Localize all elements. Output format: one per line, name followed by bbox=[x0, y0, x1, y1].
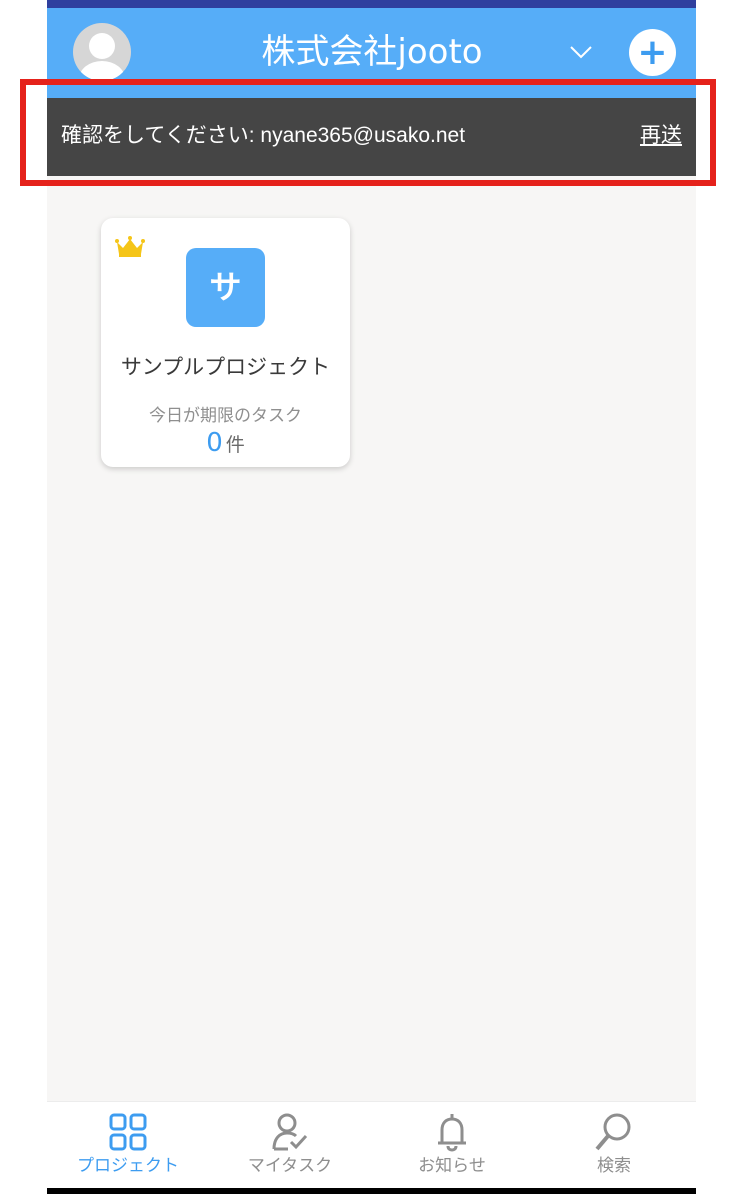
project-card[interactable]: サ サンプルプロジェクト 今日が期限のタスク 0件 bbox=[101, 218, 350, 467]
bottom-tab-bar: プロジェクト マイタスク お知らせ 検索 bbox=[47, 1101, 696, 1189]
tab-projects-label: プロジェクト bbox=[77, 1156, 179, 1176]
due-today-unit: 件 bbox=[225, 434, 245, 456]
due-today-count-line: 0件 bbox=[101, 428, 350, 460]
email-confirmation-banner: 確認をしてください: nyane365@usako.net 再送 bbox=[47, 98, 696, 176]
chevron-down-icon[interactable] bbox=[569, 44, 593, 60]
app-header: 株式会社jooto + bbox=[47, 8, 696, 98]
status-strip bbox=[47, 0, 696, 8]
add-button[interactable]: + bbox=[629, 29, 676, 76]
tab-notifications[interactable]: お知らせ bbox=[371, 1102, 533, 1189]
organization-name[interactable]: 株式会社jooto bbox=[167, 26, 577, 78]
plus-icon: + bbox=[637, 32, 668, 73]
crown-icon bbox=[115, 236, 145, 257]
tab-my-tasks[interactable]: マイタスク bbox=[209, 1102, 371, 1189]
bell-icon bbox=[438, 1114, 466, 1152]
resend-link[interactable]: 再送 bbox=[640, 121, 682, 151]
tab-projects[interactable]: プロジェクト bbox=[47, 1102, 209, 1189]
due-today-label: 今日が期限のタスク bbox=[149, 406, 302, 426]
project-icon: サ bbox=[186, 248, 265, 327]
tab-notifications-label: お知らせ bbox=[418, 1156, 486, 1176]
tab-my-tasks-label: マイタスク bbox=[247, 1156, 333, 1176]
avatar[interactable] bbox=[73, 23, 131, 81]
search-icon bbox=[595, 1113, 631, 1151]
due-today-count: 0 bbox=[206, 428, 223, 458]
app-screen: 株式会社jooto + 確認をしてください: nyane365@usako.ne… bbox=[47, 0, 696, 1194]
confirmation-message: 確認をしてください: nyane365@usako.net bbox=[61, 124, 466, 147]
project-name: サンプルプロジェクト bbox=[120, 355, 331, 379]
person-check-icon bbox=[272, 1113, 308, 1151]
tab-search-label: 検索 bbox=[597, 1156, 631, 1176]
avatar-body bbox=[79, 61, 125, 81]
bottom-edge bbox=[47, 1188, 696, 1194]
grid-icon bbox=[109, 1113, 147, 1151]
avatar-head bbox=[89, 33, 115, 59]
tab-search[interactable]: 検索 bbox=[533, 1102, 695, 1189]
